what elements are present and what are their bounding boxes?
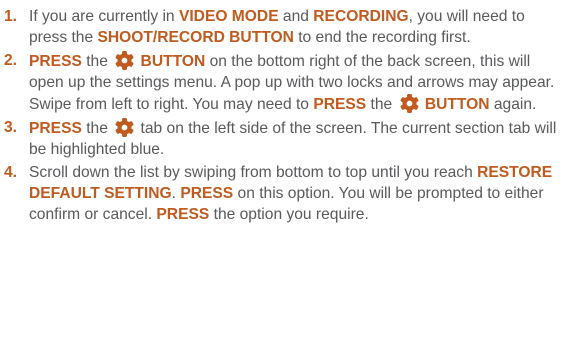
instruction-steps-list: 1. If you are currently in VIDEO MODE and… bbox=[4, 6, 560, 225]
step-text: the bbox=[81, 53, 113, 70]
emphasized-text: PRESS bbox=[156, 206, 210, 223]
step-number: 4. bbox=[4, 164, 18, 181]
step-text: If you are currently in bbox=[29, 8, 179, 25]
emphasized-text: BUTTON bbox=[420, 96, 490, 113]
step-text: again. bbox=[489, 96, 537, 113]
step-number: 2. bbox=[4, 52, 18, 69]
instruction-step: 3. PRESS the tab on the left side of the … bbox=[4, 117, 560, 160]
emphasized-text: VIDEO MODE bbox=[178, 8, 279, 25]
emphasized-text: PRESS bbox=[29, 53, 82, 70]
emphasized-text: BUTTON bbox=[136, 53, 206, 70]
emphasized-text: RECORDING bbox=[313, 8, 409, 25]
step-number: 1. bbox=[4, 8, 18, 25]
step-text: to end the recording first. bbox=[293, 29, 471, 46]
step-text: the option you require. bbox=[209, 206, 369, 223]
step-text: Scroll down the list by swiping from bot… bbox=[29, 164, 478, 181]
step-number: 3. bbox=[4, 119, 18, 136]
emphasized-text: PRESS bbox=[29, 120, 82, 137]
instruction-step: 1. If you are currently in VIDEO MODE and… bbox=[4, 6, 560, 48]
gear-icon bbox=[399, 93, 420, 114]
emphasized-text: PRESS bbox=[313, 96, 367, 113]
step-text: the bbox=[366, 96, 397, 113]
step-text: the bbox=[81, 120, 113, 137]
emphasized-text: PRESS bbox=[180, 185, 234, 202]
step-text: and bbox=[278, 8, 314, 25]
gear-icon bbox=[114, 117, 135, 138]
instruction-document: 1. If you are currently in VIDEO MODE and… bbox=[0, 0, 578, 340]
instruction-step: 4. Scroll down the list by swiping from b… bbox=[4, 162, 560, 225]
emphasized-text: SHOOT/RECORD BUTTON bbox=[97, 29, 294, 46]
gear-icon bbox=[114, 50, 135, 71]
instruction-step: 2. PRESS the BUTTON on the bottom right o… bbox=[4, 50, 560, 115]
